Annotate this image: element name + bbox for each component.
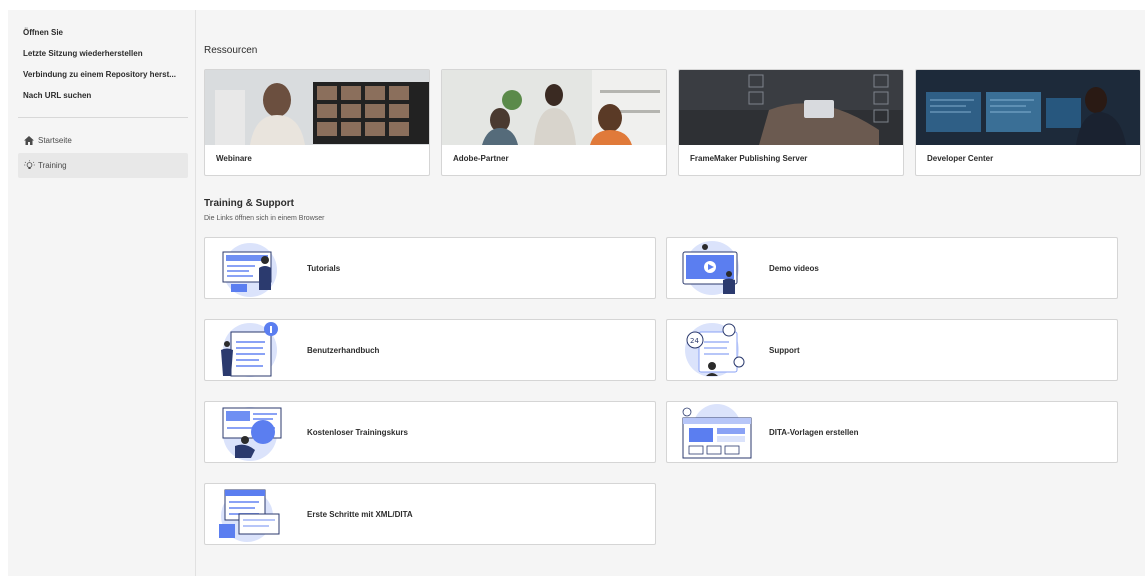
sidebar-item-label: Training [38,161,67,170]
training-card-free-course[interactable]: Kostenloser Trainingskurs [204,401,656,463]
support-illustration: 24 [667,320,758,380]
svg-text:24: 24 [690,337,699,345]
sidebar-item-training[interactable]: Training [18,153,188,178]
search-by-url-link[interactable]: Nach URL suchen [8,87,195,108]
user-guide-illustration [205,320,296,380]
training-card-label: Tutorials [307,263,341,273]
tutorials-illustration [205,238,296,298]
resources-heading: Ressourcen [204,45,258,56]
training-card-demo-videos[interactable]: Demo videos [666,237,1118,299]
training-support-heading: Training & Support [204,198,294,209]
webinar-image [205,70,429,145]
dita-templates-illustration [667,402,758,462]
home-icon [23,135,35,147]
resource-card-label: Developer Center [927,154,994,163]
sidebar-item-home[interactable]: Startseite [18,128,188,153]
adobe-partner-image [442,70,666,145]
training-card-label: Erste Schritte mit XML/DITA [307,509,413,519]
training-card-label: Demo videos [769,263,819,273]
training-card-user-guide[interactable]: Benutzerhandbuch [204,319,656,381]
resource-card-developer-center[interactable]: Developer Center [915,69,1141,176]
training-card-label: DITA-Vorlagen erstellen [769,427,859,437]
training-card-support[interactable]: 24 Support [666,319,1118,381]
sidebar-item-label: Startseite [38,136,72,145]
open-link[interactable]: Öffnen Sie [8,24,195,45]
training-card-label: Support [769,345,800,355]
lightbulb-icon [23,160,35,172]
resources-row: Webinare Adobe-Partner FrameMaker Publis… [204,69,1145,176]
training-card-label: Kostenloser Trainingskurs [307,427,408,437]
sidebar-divider [18,117,188,118]
publishing-server-image [679,70,903,145]
getting-started-illustration [205,484,296,544]
training-card-getting-started-xml-dita[interactable]: Erste Schritte mit XML/DITA [204,483,656,545]
training-card-dita-templates[interactable]: DITA-Vorlagen erstellen [666,401,1118,463]
resource-card-label: FrameMaker Publishing Server [690,154,808,163]
restore-session-link[interactable]: Letzte Sitzung wiederherstellen [8,45,195,66]
main-content: Ressourcen Webinare Adobe-Partner FrameM… [196,10,1145,576]
resource-card-label: Webinare [216,154,252,163]
demo-videos-illustration [667,238,758,298]
training-cards-grid: Tutorials Demo videos Benutzerhandbuch 2… [204,237,1145,545]
training-card-label: Benutzerhandbuch [307,345,380,355]
developer-center-image [916,70,1140,145]
free-course-illustration [205,402,296,462]
resource-card-publishing-server[interactable]: FrameMaker Publishing Server [678,69,904,176]
resource-card-adobe-partner[interactable]: Adobe-Partner [441,69,667,176]
app-window: Öffnen Sie Letzte Sitzung wiederherstell… [8,10,1145,576]
sidebar: Öffnen Sie Letzte Sitzung wiederherstell… [8,10,196,576]
resource-card-webinars[interactable]: Webinare [204,69,430,176]
resource-card-label: Adobe-Partner [453,154,509,163]
connect-repository-link[interactable]: Verbindung zu einem Repository herst... [8,66,195,87]
training-card-tutorials[interactable]: Tutorials [204,237,656,299]
training-support-subtitle: Die Links öffnen sich in einem Browser [204,215,325,222]
